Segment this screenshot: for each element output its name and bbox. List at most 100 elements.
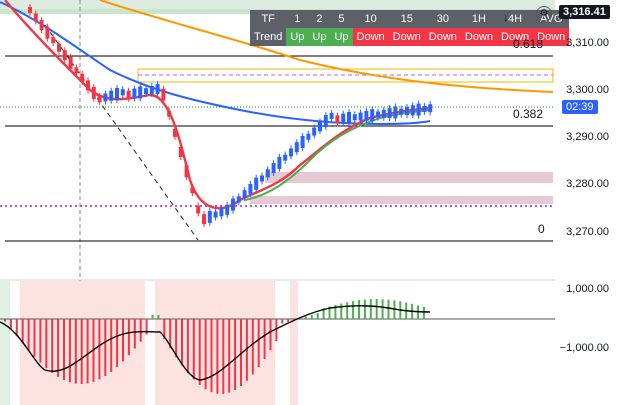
osc-bar [304, 316, 307, 319]
candle-body [335, 115, 340, 124]
osc-bar [375, 299, 378, 319]
candle-body [126, 90, 131, 99]
candle-body [178, 147, 183, 158]
candle-body [86, 80, 90, 91]
osc-bar [51, 319, 54, 373]
countdown-tag: 02:39 [562, 100, 598, 114]
candle-body [190, 187, 195, 194]
candle-body [39, 20, 44, 31]
candle-body [358, 112, 363, 121]
candle-body [393, 106, 398, 119]
candle-body [341, 113, 346, 124]
tf-cell: 2 [308, 10, 331, 28]
gear-icon[interactable]: ⚙ [536, 6, 552, 22]
candle-body [80, 73, 85, 82]
osc-tick: 1,000.00 [566, 283, 609, 295]
osc-bar [352, 301, 355, 319]
candle-body [410, 105, 415, 116]
price-tick: 3,280.00 [566, 178, 609, 190]
price-tick: 3,300.00 [566, 84, 609, 96]
candle-body [184, 165, 189, 178]
osc-bar [74, 319, 77, 384]
candle-body [28, 7, 32, 13]
osc-bar [68, 319, 71, 383]
candle-body [376, 111, 380, 118]
candle-body [352, 114, 357, 121]
osc-bar [127, 319, 130, 356]
candle-body [33, 13, 38, 22]
tf-cell: 5 [330, 10, 353, 28]
chevron-down-icon[interactable]: ↓ [503, 10, 509, 24]
osc-zone-red-3 [290, 281, 298, 405]
price-tick: 3,270.00 [566, 226, 609, 238]
osc-bar [210, 319, 213, 393]
candle-body [277, 156, 282, 169]
osc-bar [222, 319, 225, 394]
current-price-tag: 3,316.41 [559, 5, 610, 19]
candle-body [405, 107, 409, 115]
trend-cell: Up [308, 28, 331, 46]
candle-body [138, 86, 143, 99]
candle-body [167, 110, 172, 117]
osc-bar [45, 319, 48, 369]
candle-body [225, 204, 230, 215]
osc-bar [133, 319, 136, 349]
osc-bar [33, 319, 36, 357]
candle-body [236, 196, 241, 203]
osc-zone-green [0, 281, 10, 405]
osc-bar [110, 319, 113, 372]
trend-header: Trend [250, 28, 287, 46]
fib-label-0: 0 [538, 222, 545, 236]
trend-cell: Up [330, 28, 353, 46]
trend-cell: Up [286, 28, 309, 46]
tf-cell: 1 [286, 10, 309, 28]
osc-bar [269, 319, 272, 351]
osc-bar [340, 303, 343, 319]
osc-bar [369, 299, 372, 319]
candle-body [132, 88, 137, 99]
candle-body [45, 26, 50, 39]
price-tick: 3,290.00 [566, 131, 609, 143]
trend-cell: Down [388, 28, 425, 46]
osc-bar [122, 319, 124, 362]
candle-body [62, 50, 67, 61]
osc-bar [387, 299, 390, 319]
candle-body [416, 103, 421, 116]
candle-body [329, 112, 334, 119]
osc-bar [21, 319, 24, 344]
osc-bar [228, 319, 231, 393]
osc-bar [287, 319, 290, 322]
demand-zone-1 [265, 172, 553, 183]
osc-bar [157, 315, 160, 319]
candle-body [265, 169, 270, 178]
osc-bar [27, 319, 30, 351]
trend-cell: Down [352, 28, 389, 46]
candle-body [323, 115, 328, 128]
osc-bar [192, 319, 195, 380]
zone-grey-top [0, 0, 555, 9]
candle-body [248, 183, 253, 194]
tf-cell: 30 [424, 10, 461, 28]
candle-body [213, 211, 218, 218]
demand-zone-2 [250, 196, 553, 204]
candle-body [306, 133, 311, 140]
osc-bar [116, 319, 119, 367]
candle-body [196, 205, 201, 214]
candle-body [103, 93, 108, 102]
candle-body [370, 109, 375, 122]
candle-body [347, 111, 351, 124]
osc-bar [422, 306, 425, 319]
osc-bar [186, 319, 189, 373]
candle-body [260, 175, 264, 182]
candle-body [289, 148, 293, 157]
candle-body [120, 89, 125, 96]
candle-body [254, 177, 259, 190]
osc-bar [9, 319, 12, 329]
osc-bar [216, 319, 219, 394]
trend-cell: Down [424, 28, 461, 46]
osc-bar [151, 315, 154, 319]
price-chart[interactable] [0, 0, 625, 405]
osc-bar [257, 319, 260, 368]
candle-body [300, 135, 305, 148]
osc-bar [263, 319, 266, 359]
